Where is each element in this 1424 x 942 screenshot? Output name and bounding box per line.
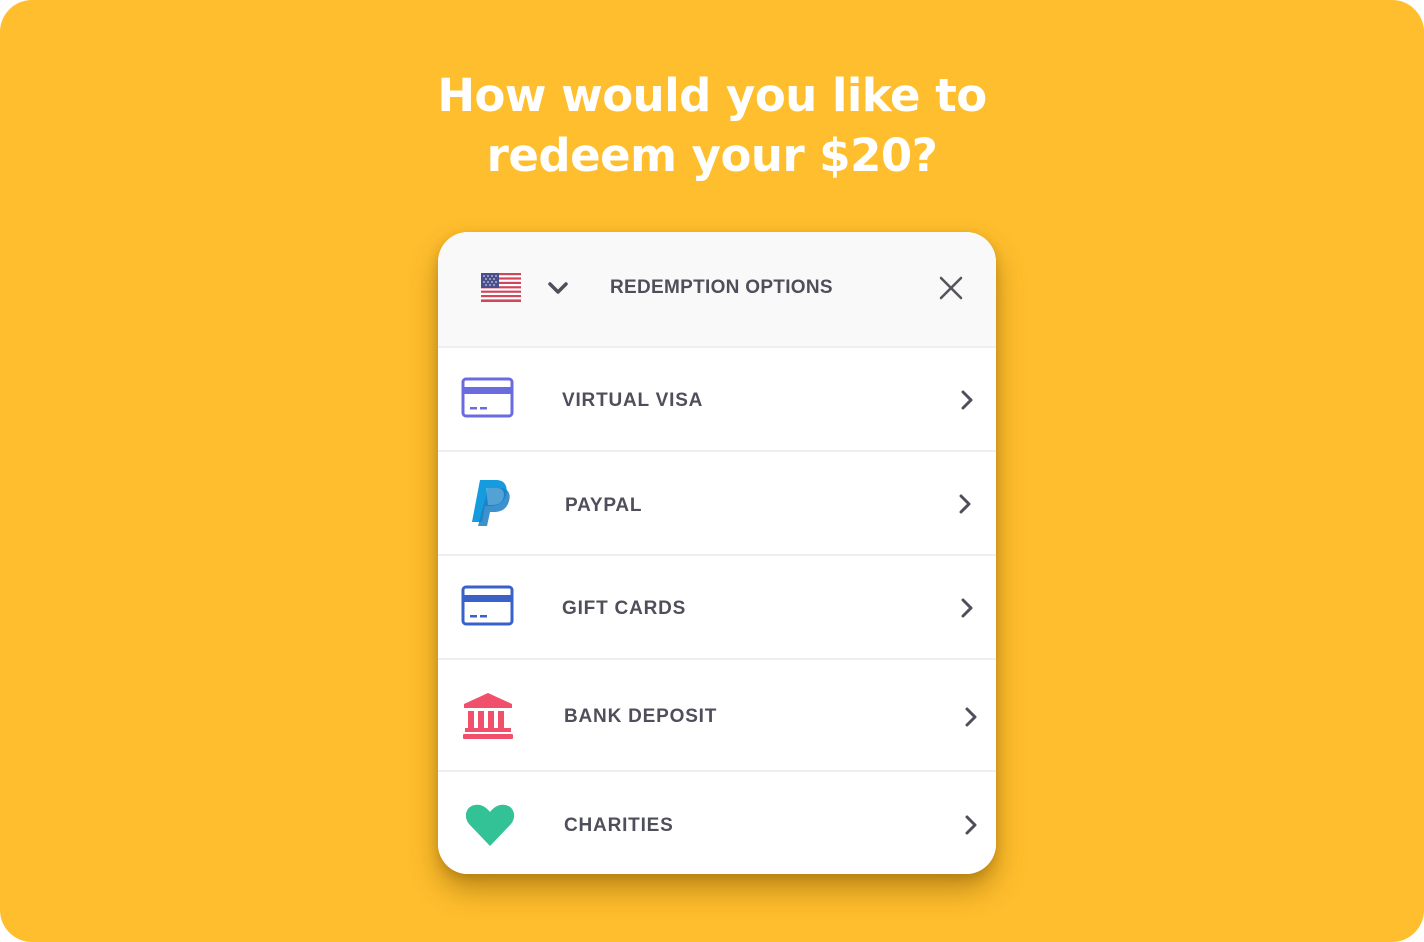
option-bank-deposit[interactable]: BANK DEPOSIT [438, 660, 996, 772]
background-panel: How would you like to redeem your $20? R… [0, 0, 1424, 942]
option-gift-cards[interactable]: GIFT CARDS [438, 556, 996, 660]
headline-line-1: How would you like to [437, 69, 987, 122]
us-flag-icon[interactable] [481, 273, 521, 302]
option-label: GIFT CARDS [562, 598, 687, 619]
option-charities[interactable]: CHARITIES [438, 772, 996, 874]
option-label: CHARITIES [564, 815, 674, 836]
paypal-icon [472, 480, 510, 526]
option-label: VIRTUAL VISA [562, 390, 704, 411]
option-label: BANK DEPOSIT [564, 706, 718, 727]
heart-icon [465, 804, 515, 846]
option-label: PAYPAL [565, 495, 643, 516]
option-paypal[interactable]: PAYPAL [438, 452, 996, 556]
close-icon[interactable] [936, 273, 966, 303]
headline: How would you like to redeem your $20? [0, 66, 1424, 186]
modal-header: REDEMPTION OPTIONS [438, 232, 996, 348]
redemption-options-modal: REDEMPTION OPTIONS VIRTUAL VISA PAYPAL G… [438, 232, 996, 874]
headline-line-2: redeem your $20? [486, 129, 938, 182]
credit-card-icon [461, 377, 514, 418]
chevron-right-icon [961, 390, 973, 410]
chevron-down-icon[interactable] [546, 279, 570, 297]
option-virtual-visa[interactable]: VIRTUAL VISA [438, 348, 996, 452]
chevron-right-icon [965, 815, 977, 835]
chevron-right-icon [959, 494, 971, 514]
modal-title: REDEMPTION OPTIONS [610, 277, 833, 298]
bank-icon [463, 693, 513, 739]
chevron-right-icon [961, 598, 973, 618]
credit-card-icon [461, 585, 514, 626]
chevron-right-icon [965, 707, 977, 727]
